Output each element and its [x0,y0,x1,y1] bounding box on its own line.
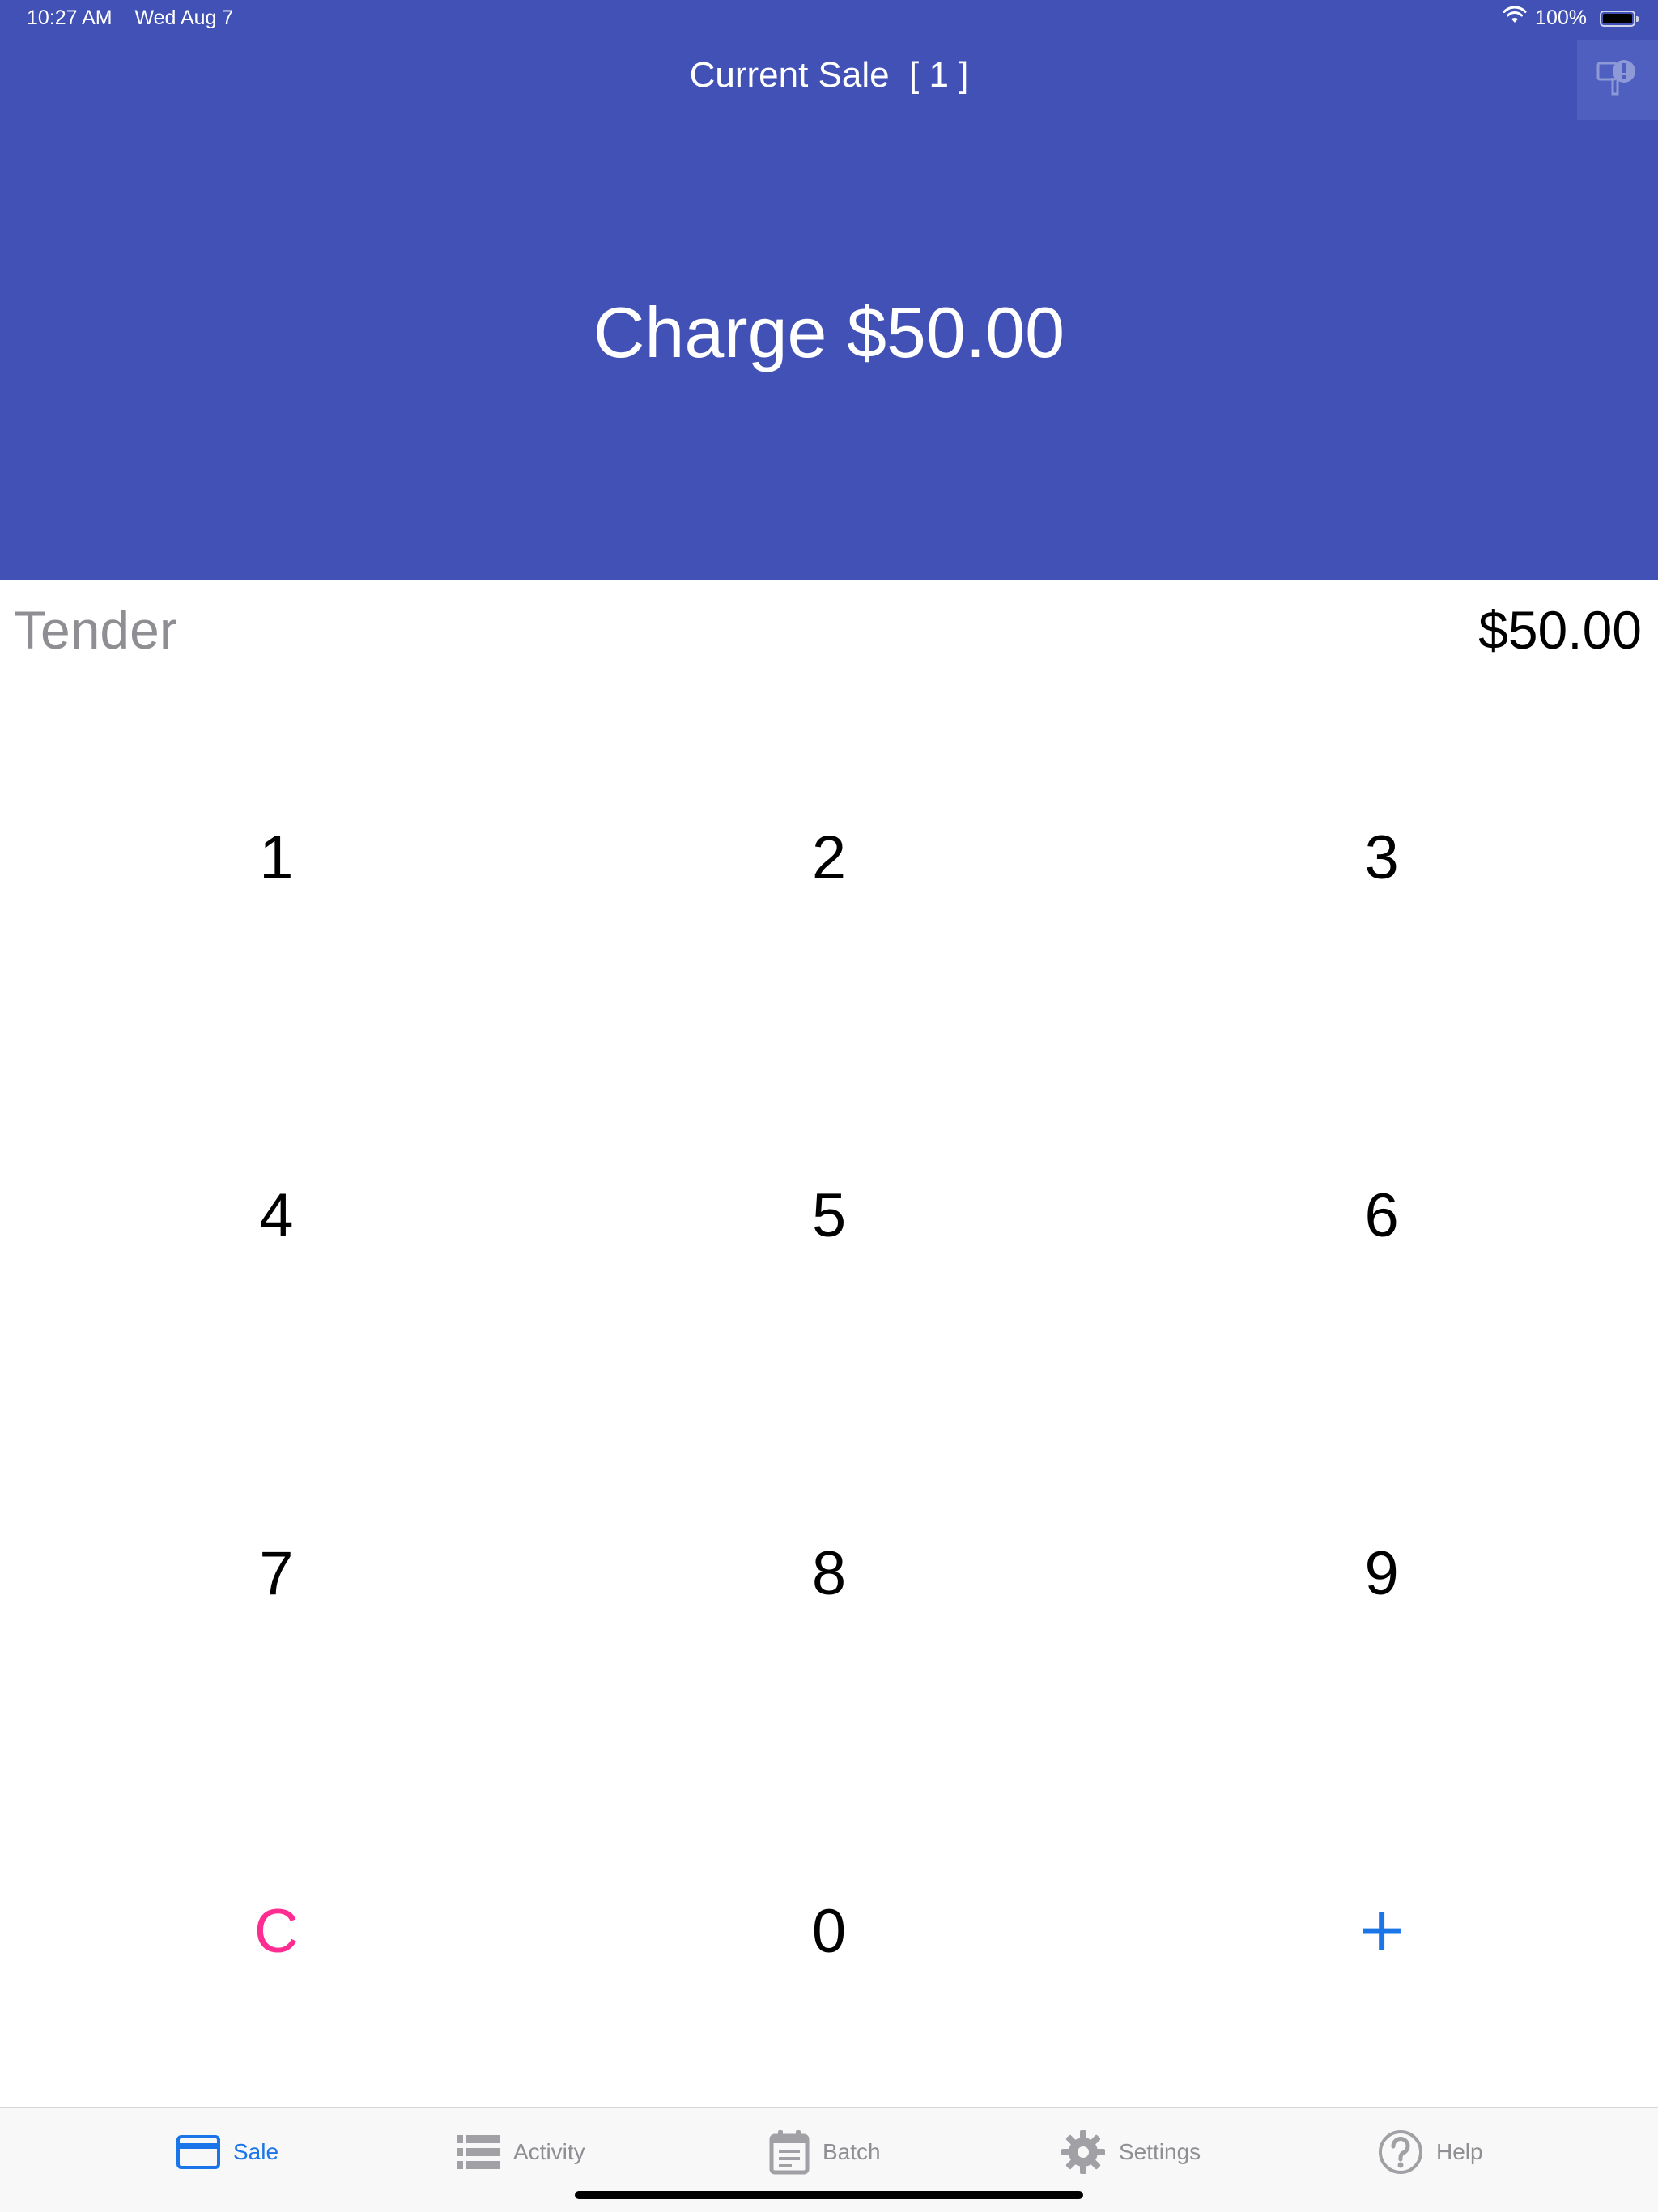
key-3[interactable]: 3 [1105,678,1658,1036]
key-9[interactable]: 9 [1105,1394,1658,1752]
tab-sale-label: Sale [233,2139,279,2164]
tab-batch-label: Batch [823,2139,881,2164]
tab-activity-label: Activity [513,2139,585,2164]
tender-amount: $50.00 [1478,600,1642,660]
gear-icon [1061,2129,1106,2175]
status-time-text: 10:27 AM [27,6,113,29]
page-title: Current Sale [ 1 ] [689,55,969,95]
key-0[interactable]: 0 [553,1752,1106,2110]
list-icon [457,2133,500,2171]
key-6[interactable]: 6 [1105,1036,1658,1394]
status-time: 10:27 AM Wed Aug 7 [27,6,233,30]
keypad: 1 2 3 4 5 6 7 8 9 C 0 + [0,678,1658,2110]
home-indicator [575,2191,1083,2199]
key-5[interactable]: 5 [553,1036,1106,1394]
tab-activity[interactable]: Activity [457,2125,585,2180]
tender-label: Tender [14,600,177,660]
add-button[interactable]: + [1105,1752,1658,2110]
status-indicators: 100% [1503,6,1639,30]
header: 10:27 AM Wed Aug 7 100% Current Sale [ 1… [0,0,1658,580]
key-8[interactable]: 8 [553,1394,1106,1752]
tab-batch[interactable]: Batch [769,2125,881,2180]
tab-settings[interactable]: Settings [1061,2125,1201,2180]
credit-card-icon [176,2135,220,2169]
tab-help-label: Help [1436,2139,1483,2164]
feedback-button[interactable] [1577,40,1658,120]
key-4[interactable]: 4 [0,1036,553,1394]
calendar-icon [769,2129,810,2175]
charge-button[interactable]: Charge $50.00 [0,291,1658,374]
key-1[interactable]: 1 [0,678,553,1036]
key-2[interactable]: 2 [553,678,1106,1036]
key-7[interactable]: 7 [0,1394,553,1752]
wifi-icon [1503,6,1527,30]
tab-sale[interactable]: Sale [176,2125,278,2180]
tab-settings-label: Settings [1119,2139,1201,2164]
question-icon [1378,2129,1423,2175]
battery-icon [1600,10,1639,27]
feedback-alert-icon [1595,53,1640,106]
clear-button[interactable]: C [0,1752,553,2110]
app-screen: 10:27 AM Wed Aug 7 100% Current Sale [ 1… [0,0,1658,2212]
battery-percent: 100% [1535,6,1587,29]
status-date-text: Wed Aug 7 [134,6,234,29]
tab-help[interactable]: Help [1378,2125,1483,2180]
